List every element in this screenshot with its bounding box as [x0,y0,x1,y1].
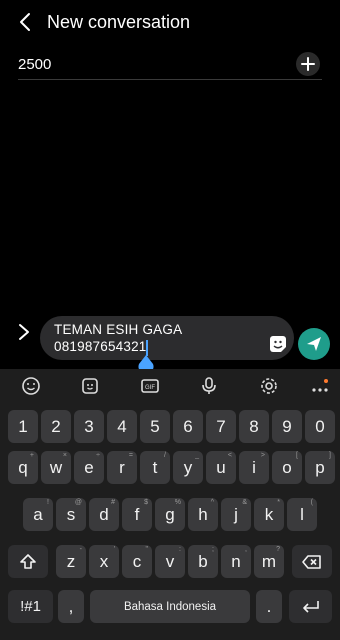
key-u[interactable]: < u [206,451,236,484]
key-alt-char: ^ [210,499,214,506]
key-f[interactable]: $ f [122,498,152,531]
key-j[interactable]: & j [221,498,251,531]
key-b[interactable]: ; b [188,545,218,578]
key-m[interactable]: ? m [254,545,284,578]
svg-text:GIF: GIF [145,385,155,391]
sticker-icon[interactable] [268,334,288,354]
more-options-icon[interactable] [308,374,332,398]
message-text-line-1: TEMAN ESIH GAGA [54,322,183,337]
key-7[interactable]: 7 [206,410,236,443]
key-n[interactable]: ,n [221,545,251,578]
shift-icon [20,553,36,569]
key-r[interactable]: = r [107,451,137,484]
key-alt-char: ] [329,452,331,459]
recipient-divider [18,79,322,80]
symbols-key[interactable]: !#1 [8,590,53,623]
key-0[interactable]: 0 [305,410,335,443]
key-z[interactable]: -z [56,545,86,578]
key-alt-char: - [79,546,82,553]
key-alt-char: @ [74,499,82,506]
recipient-input[interactable]: 2500 [18,56,51,73]
key-alt-char: % [174,499,181,506]
enter-key[interactable] [289,590,332,623]
key-e[interactable]: ÷ e [74,451,104,484]
key-alt-char: , [245,546,247,553]
key-alt-char: & [242,499,247,506]
back-arrow-icon[interactable] [16,10,36,34]
send-button[interactable] [298,328,330,360]
comma-key[interactable]: , [58,590,84,623]
key-alt-char: < [227,452,232,459]
sticker-toolbar-icon[interactable] [78,374,102,398]
key-l[interactable]: (l [287,498,317,531]
key-alt-char: + [29,452,34,459]
key-alt-char: / [164,452,166,459]
key-g[interactable]: % g [155,498,185,531]
key-p[interactable]: ] p [305,451,335,484]
key-alt-char: * [277,499,280,506]
key-alt-char: × [62,452,67,459]
enter-icon [302,600,319,613]
key-6[interactable]: 6 [173,410,203,443]
backspace-icon [302,554,321,569]
key-x[interactable]: ' x [89,545,119,578]
key-alt-char: # [111,499,115,506]
key-k[interactable]: * k [254,498,284,531]
period-key[interactable]: . [256,590,282,623]
key-h[interactable]: ^ h [188,498,218,531]
emoji-icon[interactable] [19,374,43,398]
key-alt-char: : [179,546,181,553]
key-d[interactable]: # d [89,498,119,531]
key-8[interactable]: 8 [239,410,269,443]
key-t[interactable]: / t [140,451,170,484]
key-alt-char: ( [310,499,313,506]
key-alt-char: $ [144,499,148,506]
key-alt-char: _ [195,452,199,459]
key-c[interactable]: " c [122,545,152,578]
key-a[interactable]: ! a [23,498,53,531]
key-q[interactable]: + q [8,451,38,484]
microphone-icon[interactable] [197,374,221,398]
key-alt-char: ; [212,546,214,553]
key-alt-char: ' [113,546,115,553]
backspace-key[interactable] [292,545,332,578]
expand-options-icon[interactable] [14,321,34,343]
key-o[interactable]: [o [272,451,302,484]
key-1[interactable]: 1 [8,410,38,443]
key-alt-char: [ [296,452,298,459]
key-5[interactable]: 5 [140,410,170,443]
page-title: New conversation [47,12,191,32]
key-2[interactable]: 2 [41,410,71,443]
key-alt-char: > [260,452,265,459]
key-3[interactable]: 3 [74,410,104,443]
key-alt-char: ÷ [96,452,100,459]
settings-gear-icon[interactable] [257,374,281,398]
key-alt-char: = [128,452,133,459]
key-alt-char: ! [47,499,49,506]
space-key[interactable]: Bahasa Indonesia [90,590,250,623]
text-cursor [146,340,148,356]
key-4[interactable]: 4 [107,410,137,443]
add-recipient-icon[interactable] [296,52,320,76]
key-w[interactable]: × w [41,451,71,484]
key-v[interactable]: :v [155,545,185,578]
key-alt-char: " [145,546,149,553]
key-i[interactable]: > i [239,451,269,484]
key-alt-char: ? [276,546,280,553]
key-9[interactable]: 9 [272,410,302,443]
send-icon [307,337,321,351]
gif-icon[interactable]: GIF [138,374,162,398]
key-s[interactable]: @ s [56,498,86,531]
shift-key[interactable] [8,545,48,578]
message-text-line-2: 081987654321 [54,339,147,354]
key-y[interactable]: _ y [173,451,203,484]
